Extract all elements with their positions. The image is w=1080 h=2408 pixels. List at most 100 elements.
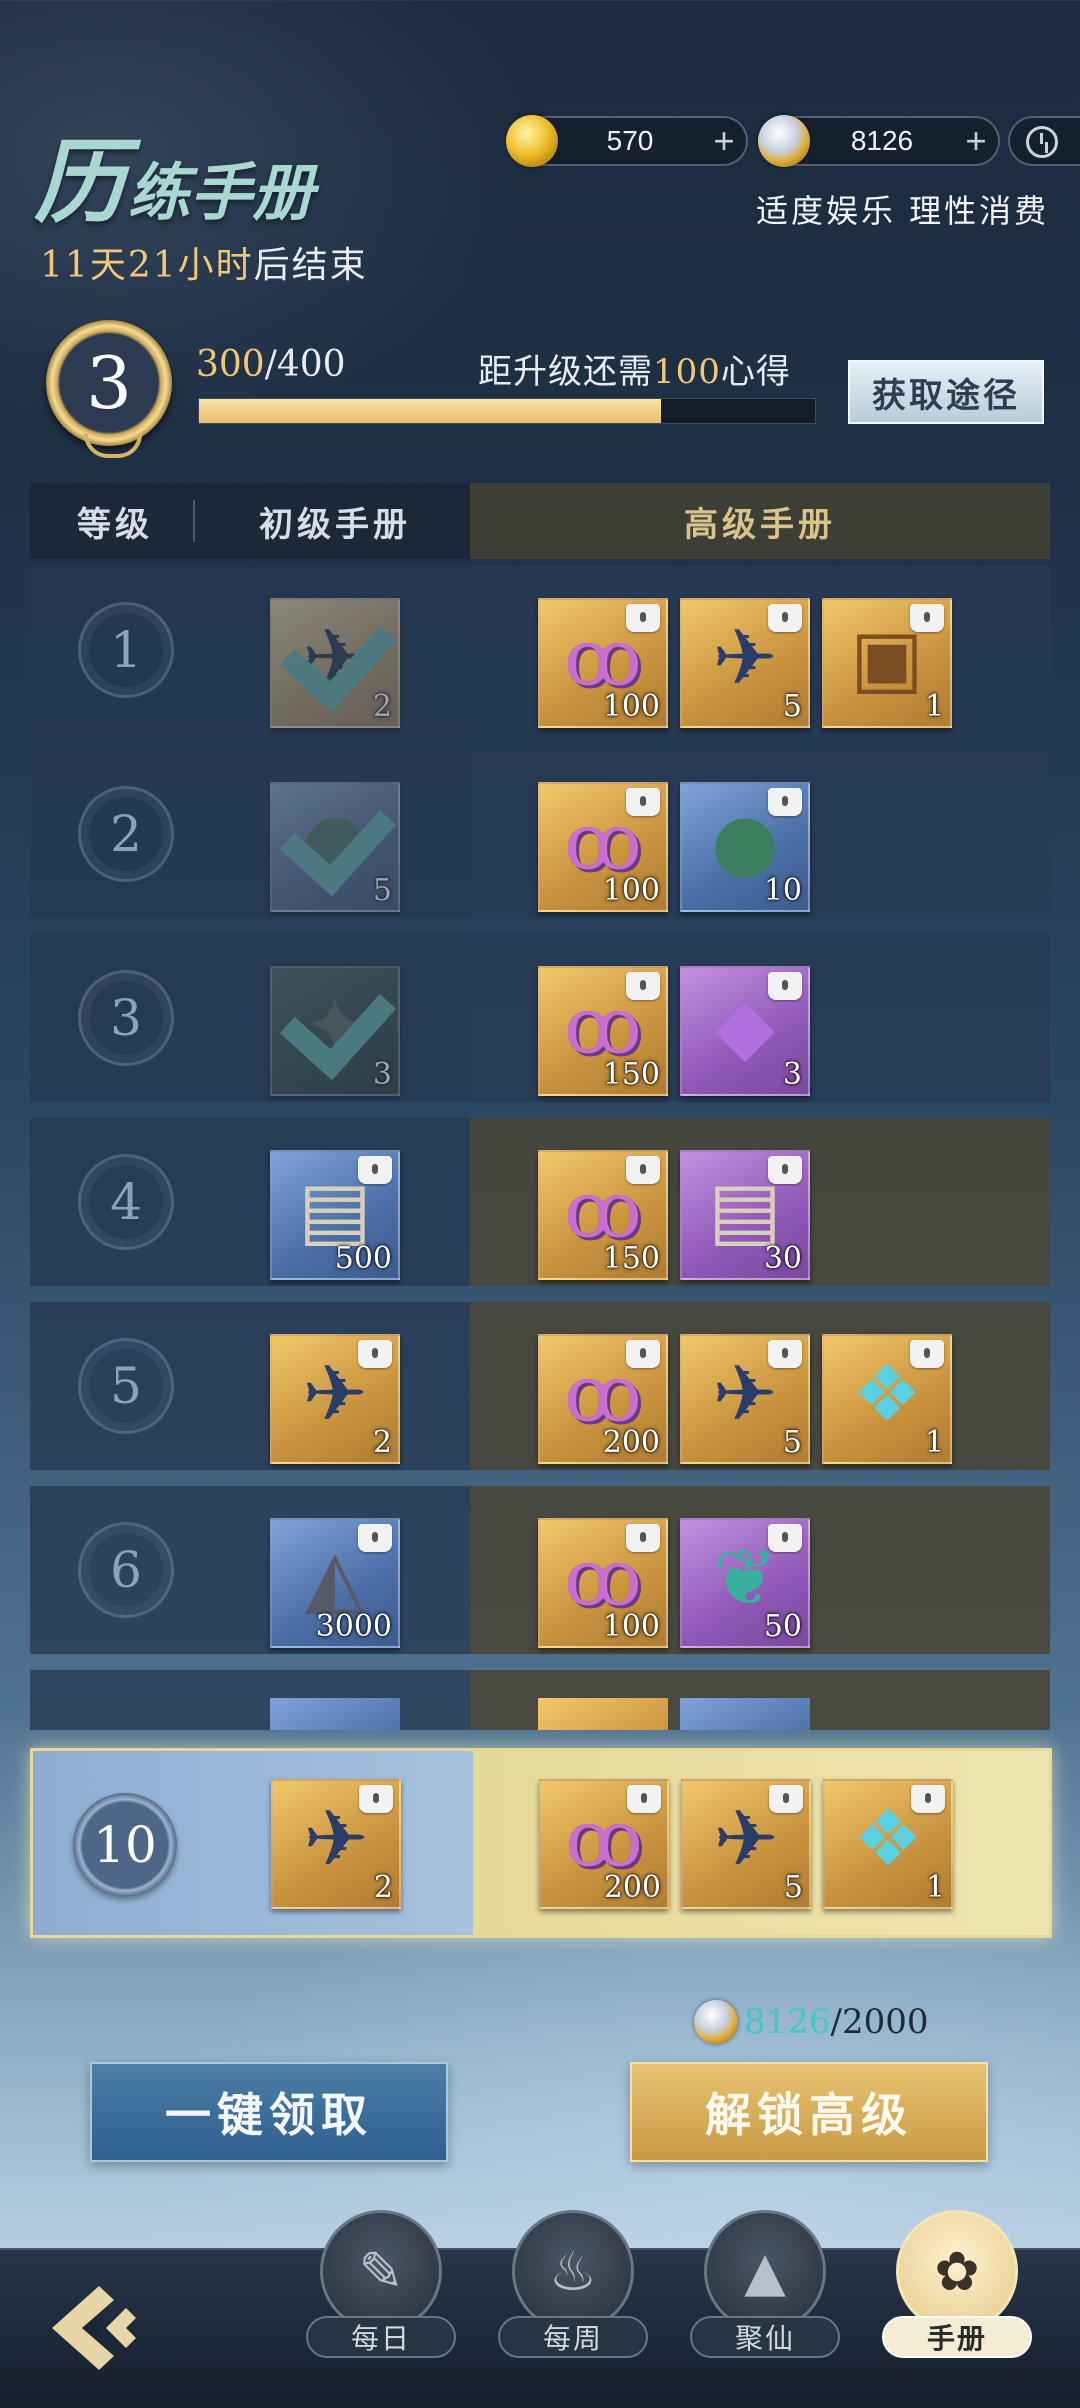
- reward-item[interactable]: ◆ 3: [680, 966, 810, 1096]
- highlight-level-number: 10: [73, 1793, 177, 1897]
- cannon-scroll-icon: ✈: [713, 1794, 779, 1885]
- reward-item[interactable]: ✈ 5: [680, 598, 810, 728]
- tab-daily[interactable]: ✎ 每日: [306, 2210, 456, 2370]
- reward-row[interactable]: 5 ✈ 2 ꝏ 200 ✈ 5 ❖ 1: [30, 1302, 1050, 1470]
- jade-leaf-icon: ❦: [712, 1533, 778, 1624]
- reward-row[interactable]: 4 ▤ 500 ꝏ 150 ▤ 30: [30, 1118, 1050, 1286]
- reward-item[interactable]: ✦ 3: [270, 961, 400, 1096]
- countdown-suffix: 后结束: [253, 245, 368, 286]
- reward-lock-icon: [358, 1340, 392, 1368]
- tab-immortal[interactable]: ▲ 聚仙: [690, 2210, 840, 2370]
- exp-needed-prefix: 距升级还需: [478, 352, 653, 392]
- reward-lock-icon: [626, 1156, 660, 1184]
- reward-item[interactable]: ꝏ 100: [538, 598, 668, 728]
- reward-item[interactable]: ✈ 2: [271, 1779, 401, 1909]
- reward-count: 5: [782, 689, 802, 724]
- reward-row-partial: [30, 1670, 1050, 1730]
- healthy-gaming-notice: 适度娱乐 理性消费: [756, 192, 1050, 230]
- ore-rock-icon: ◭: [305, 1533, 365, 1624]
- reward-item[interactable]: ✈ 5: [680, 1334, 810, 1464]
- currency-coin: 8126 +: [758, 115, 1000, 167]
- reward-row[interactable]: 3 ✦ 3 ꝏ 150 ◆ 3: [30, 934, 1050, 1102]
- column-header-level: 等级: [30, 483, 200, 559]
- reward-item[interactable]: ✈ 2: [270, 1334, 400, 1464]
- tab-daily-label: 每日: [306, 2316, 456, 2358]
- get-source-button[interactable]: 获取途径: [848, 360, 1044, 424]
- reward-count: 5: [782, 1425, 802, 1460]
- silver-gold-coin-icon: [694, 2000, 738, 2044]
- reward-item[interactable]: ❖ 1: [823, 1779, 953, 1909]
- reward-lock-icon: [626, 788, 660, 816]
- clock-button[interactable]: [1008, 116, 1080, 166]
- reward-item[interactable]: ▤ 30: [680, 1150, 810, 1280]
- reward-item[interactable]: ꝏ 200: [538, 1334, 668, 1464]
- reward-item[interactable]: ꝏ 200: [539, 1779, 669, 1909]
- reward-lock-icon: [626, 1524, 660, 1552]
- reward-count: 10: [763, 873, 802, 908]
- back-arrow-icon: [52, 2286, 136, 2370]
- reward-row[interactable]: 6 ◭ 3000 ꝏ 100 ❦ 50: [30, 1486, 1050, 1654]
- reward-count: 2: [373, 1870, 393, 1905]
- reward-item[interactable]: ꝏ 150: [538, 966, 668, 1096]
- page-title: 历练手册: [34, 108, 314, 241]
- page-title-rest: 练手册: [128, 156, 315, 229]
- reward-item[interactable]: ▣ 1: [822, 598, 952, 728]
- reward-item[interactable]: ✈ 2: [270, 593, 400, 728]
- column-header-advanced: 高级手册: [470, 483, 1050, 559]
- reward-count: 50: [763, 1609, 802, 1644]
- unlock-need-amount: /2000: [830, 2002, 929, 2042]
- event-countdown: 11天21小时后结束: [40, 236, 368, 288]
- reward-row[interactable]: 1 ✈ 2 ꝏ 100 ✈ 5 ▣ 1: [30, 566, 1050, 734]
- reward-lock-icon: [910, 1340, 944, 1368]
- reward-lock-icon: [768, 1524, 802, 1552]
- weekly-book-icon: ♨: [512, 2210, 634, 2332]
- herb-pouch-icon: ●: [710, 797, 780, 888]
- reward-lock-icon: [911, 1785, 945, 1813]
- reward-lock-icon: [627, 1785, 661, 1813]
- currency-gold-add-button[interactable]: +: [702, 120, 746, 162]
- currency-coin-add-button[interactable]: +: [954, 120, 998, 162]
- reward-item[interactable]: ▤ 500: [270, 1150, 400, 1280]
- reward-item[interactable]: ❖ 1: [822, 1334, 952, 1464]
- tab-handbook[interactable]: ✿ 手册: [882, 2210, 1032, 2370]
- reward-count: 200: [603, 1870, 661, 1905]
- currency-gold-amount: 570: [606, 125, 654, 156]
- reward-lock-icon: [910, 604, 944, 632]
- claim-all-button[interactable]: 一键领取: [90, 2062, 448, 2162]
- spirit-gem-icon: ❖: [852, 1349, 922, 1440]
- row-level-number: 1: [78, 602, 174, 698]
- reward-item[interactable]: ꝏ 150: [538, 1150, 668, 1280]
- reward-row[interactable]: 2 ● 5 ꝏ 100 ● 10: [30, 750, 1050, 918]
- reward-count: 150: [602, 1057, 660, 1092]
- reward-item[interactable]: ✈ 5: [681, 1779, 811, 1909]
- immortal-cards-icon: ▲: [704, 2210, 826, 2332]
- reward-item[interactable]: ● 5: [270, 777, 400, 912]
- unlock-requirement: 8126/2000: [694, 2000, 929, 2044]
- cannon-scroll-icon: ✈: [303, 1794, 369, 1885]
- reward-item[interactable]: ● 10: [680, 782, 810, 912]
- current-level-badge: 3: [46, 320, 172, 458]
- countdown-days: 11: [40, 245, 90, 286]
- reward-count: 1: [924, 1425, 944, 1460]
- unlock-advanced-button[interactable]: 解锁高级: [630, 2062, 988, 2162]
- currency-coin-amount: 8126: [850, 125, 914, 156]
- reward-item[interactable]: ◭ 3000: [270, 1518, 400, 1648]
- tab-weekly[interactable]: ♨ 每周: [498, 2210, 648, 2370]
- reward-lock-icon: [768, 1340, 802, 1368]
- reward-count: 3: [782, 1057, 802, 1092]
- paper-scroll-icon: ▤: [708, 1165, 782, 1256]
- back-button[interactable]: [44, 2278, 154, 2378]
- reward-lock-icon: [768, 972, 802, 1000]
- reward-count: 1: [924, 689, 944, 724]
- reward-item[interactable]: ꝏ 100: [538, 1518, 668, 1648]
- reward-item[interactable]: ❦ 50: [680, 1518, 810, 1648]
- reward-row-highlight[interactable]: 10 ✈ 2 ꝏ 200 ✈ 5 ❖ 1: [30, 1748, 1052, 1938]
- treasure-chest-icon: ▣: [850, 613, 924, 704]
- clock-icon: [1026, 126, 1058, 158]
- page-title-first-char: 历: [34, 128, 129, 236]
- reward-count: 2: [372, 1425, 392, 1460]
- current-level-number: 3: [86, 341, 132, 425]
- reward-item[interactable]: ꝏ 100: [538, 782, 668, 912]
- silver-gold-coin-icon: [758, 115, 810, 167]
- reward-lock-icon: [358, 1156, 392, 1184]
